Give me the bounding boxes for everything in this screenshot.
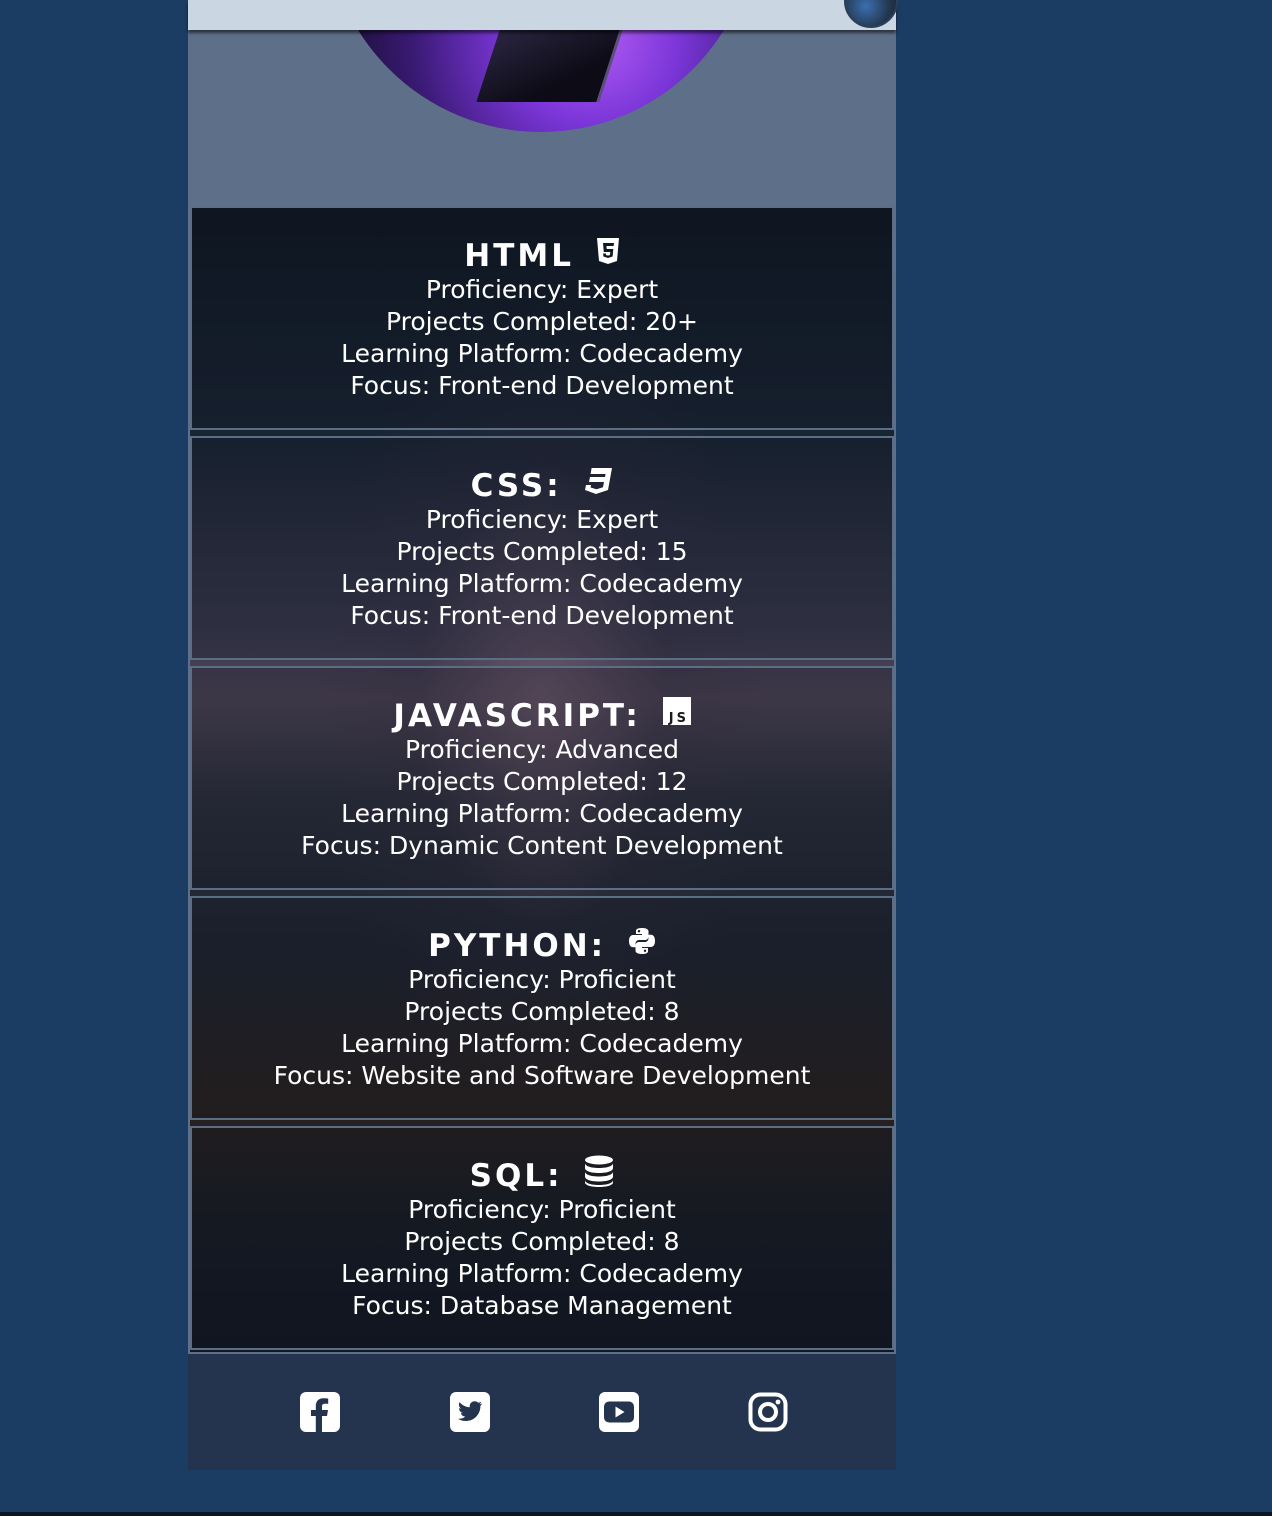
skill-proficiency: Proficiency: Proficient [408,1195,676,1224]
instagram-icon[interactable] [748,1392,788,1432]
skill-title-text: SQL: [469,1158,563,1194]
skill-focus: Focus: Front-end Development [350,601,734,630]
skill-title-text: CSS: [470,468,562,504]
skill-proficiency: Proficiency: Expert [425,505,659,534]
skill-card-css: CSS: Proficiency: Expert Projects Comple… [190,436,894,660]
skill-card-javascript: JAVASCRIPT: JS Proficiency: Advanced Pro… [190,666,894,890]
skill-projects: Projects Completed: 20+ [386,307,698,336]
page: HTML Proficiency: Expert Projects Comple… [0,0,1272,1516]
skill-title-text: JAVASCRIPT: [393,698,641,734]
html5-icon [596,237,620,273]
skill-projects: Projects Completed: 15 [396,537,688,566]
hero-section [188,30,896,206]
skill-platform: Learning Platform: Codecademy [341,1259,743,1288]
page-bottom-edge [0,1512,1272,1516]
skill-projects: Projects Completed: 8 [404,997,680,1026]
skill-title-text: HTML [464,238,574,274]
hero-image-detail [476,30,623,102]
skill-proficiency: Proficiency: Proficient [408,965,676,994]
skill-proficiency: Proficiency: Expert [425,275,659,304]
skill-card-html: HTML Proficiency: Expert Projects Comple… [190,206,894,430]
skill-card-python: PYTHON: Proficiency: Proficient Projects… [190,896,894,1120]
skill-title: SQL: [192,1155,892,1195]
python-icon [628,927,656,963]
youtube-icon[interactable] [599,1392,639,1432]
content-column: HTML Proficiency: Expert Projects Comple… [188,0,898,1470]
avatar[interactable] [844,0,898,28]
skill-focus: Focus: Database Management [352,1291,732,1320]
skill-title: CSS: [192,467,892,504]
skill-title: JAVASCRIPT: JS [192,696,892,734]
skill-platform: Learning Platform: Codecademy [341,799,743,828]
database-icon [584,1155,614,1195]
css3-icon [583,467,613,503]
skill-projects: Projects Completed: 8 [404,1227,680,1256]
skill-platform: Learning Platform: Codecademy [341,569,743,598]
skill-focus: Focus: Front-end Development [350,371,734,400]
skill-title-text: PYTHON: [428,928,607,964]
skill-focus: Focus: Website and Software Development [273,1061,811,1090]
skill-title: PYTHON: [192,927,892,964]
skill-focus: Focus: Dynamic Content Development [301,831,783,860]
skill-platform: Learning Platform: Codecademy [341,1029,743,1058]
skill-title: HTML [192,237,892,274]
skill-platform: Learning Platform: Codecademy [341,339,743,368]
js-icon-text: JS [667,711,688,725]
facebook-icon[interactable] [300,1392,340,1432]
header-bar [188,0,898,30]
skill-projects: Projects Completed: 12 [396,767,688,796]
social-bar [188,1354,896,1470]
skills-section: HTML Proficiency: Expert Projects Comple… [190,206,894,1352]
js-icon: JS [662,696,691,733]
twitter-icon[interactable] [450,1392,490,1432]
skill-card-sql: SQL: Proficiency: Proficient Projects Co… [190,1126,894,1350]
skill-proficiency: Proficiency: Advanced [405,735,679,764]
